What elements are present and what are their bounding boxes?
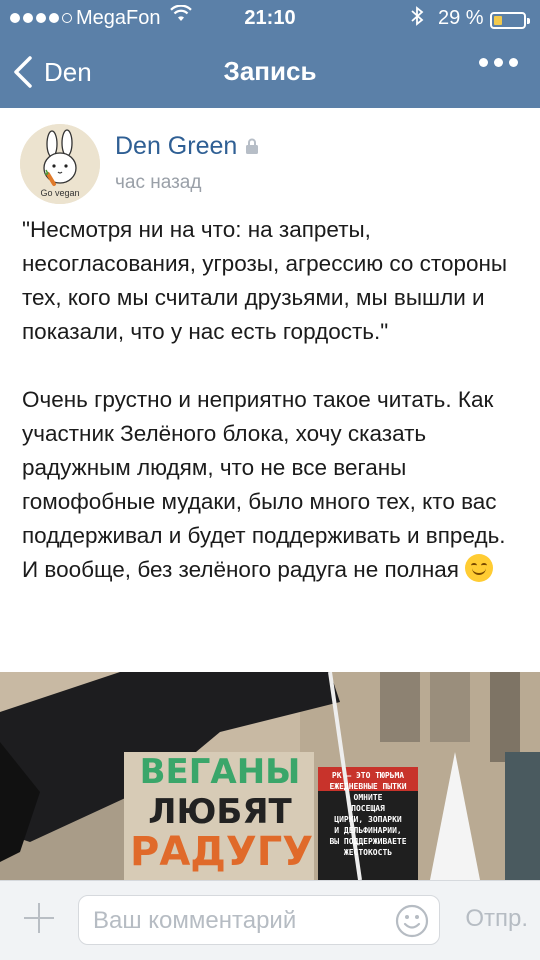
comment-input-wrapper[interactable]: [78, 895, 440, 945]
post-paragraph: "Несмотря ни на что: на запреты, несогла…: [22, 217, 508, 344]
more-options-icon[interactable]: [479, 58, 518, 67]
post-photo[interactable]: ВЕГАНЫ ЛЮБЯТ РАДУГУ РК – ЭТО ТЮРЬМА ЕЖЕД…: [0, 672, 540, 880]
comment-bar: Отпр.: [0, 880, 540, 960]
author-name: Den Green: [115, 132, 238, 160]
post-paragraph: Очень грустно и неприятно такое читать. …: [22, 383, 522, 587]
poster-line: ПОСЕЩАЯ: [351, 804, 385, 813]
poster-line: ЦИРКИ, ЗОПАРКИ: [334, 815, 402, 824]
lock-icon: [245, 132, 259, 161]
send-button[interactable]: Отпр.: [465, 905, 528, 933]
comment-input[interactable]: [93, 902, 383, 940]
avatar-caption: Go vegan: [40, 188, 80, 198]
avatar[interactable]: Go vegan: [20, 124, 100, 204]
emoji-picker-icon[interactable]: [395, 904, 429, 938]
post-timestamp: час назад: [115, 172, 202, 193]
battery-percentage: 29 %: [438, 7, 484, 29]
poster-line: ВЫ ПОДДЕРЖИВАЕТЕ: [329, 837, 407, 846]
protest-sign: ВЕГАНЫ ЛЮБЯТ РАДУГУ: [130, 752, 314, 875]
sign-line: ВЕГАНЫ: [139, 752, 301, 792]
poster-line: РК – ЭТО ТЮРЬМА: [331, 771, 405, 780]
post-body: "Несмотря ни на что: на запреты, несогла…: [22, 213, 522, 587]
post-paragraph-text: Очень грустно и неприятно такое читать. …: [22, 387, 506, 582]
status-bar: MegaFon 21:10 29 %: [0, 0, 540, 38]
poster-line: ЖЕСТОКОСТЬ: [343, 848, 393, 857]
poster-line: ОМНИТЕ: [353, 793, 383, 802]
sign-line: РАДУГУ: [130, 829, 314, 875]
smiling-face-emoji-icon: [464, 554, 493, 582]
attach-plus-icon[interactable]: [22, 901, 56, 935]
nav-bar: Den Запись: [0, 38, 540, 108]
page-title: Запись: [223, 56, 317, 86]
top-bar: MegaFon 21:10 29 % Den Запись: [0, 0, 540, 108]
post-header: Go vegan Den Green час назад: [20, 122, 520, 204]
poster-line: ЕЖЕДНЕВНЫЕ ПЫТКИ: [329, 782, 407, 791]
bluetooth-icon: [410, 5, 424, 33]
protest-poster: РК – ЭТО ТЮРЬМА ЕЖЕДНЕВНЫЕ ПЫТКИ ОМНИТЕ …: [320, 770, 416, 858]
author-name-link[interactable]: Den Green: [115, 132, 259, 161]
battery-icon: [490, 12, 530, 29]
poster-line: И ДЕЛЬФИНАРИИ,: [334, 826, 402, 835]
sign-line: ЛЮБЯТ: [148, 792, 292, 832]
